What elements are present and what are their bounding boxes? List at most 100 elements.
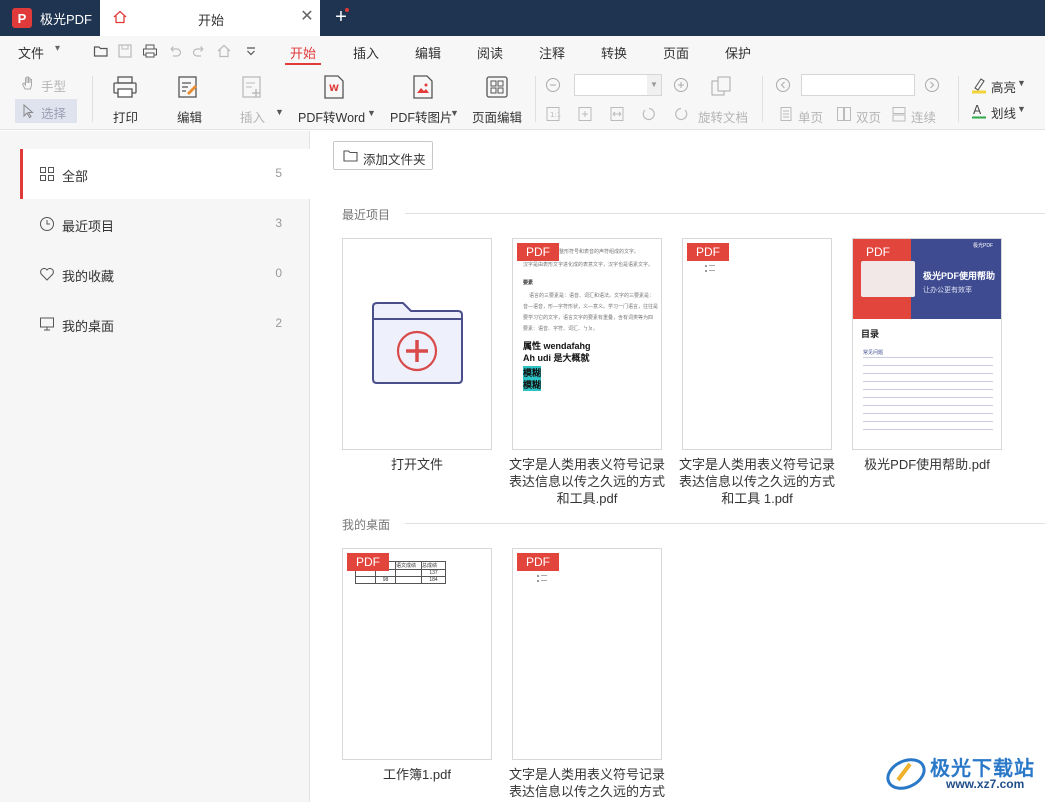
svg-text:1:1: 1:1 (550, 111, 561, 119)
add-folder-button[interactable]: 添加文件夹 (333, 141, 433, 170)
underline-icon[interactable]: A (970, 102, 988, 120)
pdf-file-card[interactable]: 义的整形符号和表音的声符组成的文字。 汉字是由表形文字进化成的表意文字，汉字也是… (512, 238, 662, 450)
save-icon[interactable] (117, 43, 133, 59)
edit-doc-icon[interactable] (176, 75, 200, 99)
continuous-icon[interactable] (891, 106, 907, 122)
thumb-text: 音—语音，形—字符形状，义—意义。学习一门语言，往往是 (523, 304, 659, 310)
rotate-right-icon[interactable] (673, 106, 689, 122)
rotate-doc-button[interactable]: 旋转文档 (698, 107, 748, 126)
section-divider (405, 213, 1045, 214)
undo-icon[interactable] (167, 43, 183, 59)
clock-icon (40, 217, 54, 231)
sidebar-item-label: 最近项目 (62, 219, 115, 234)
single-page-button[interactable]: 单页 (798, 107, 823, 126)
double-page-icon[interactable] (836, 106, 852, 122)
chevron-down-icon[interactable]: ▾ (55, 43, 60, 54)
rotate-left-icon[interactable] (641, 106, 657, 122)
menu-tab-convert[interactable]: 转换 (601, 43, 627, 62)
menu-bar: 文件 ▾ 开始 插入 编辑 阅读 注释 转换 页面 保护 (0, 36, 1045, 66)
insert-dropdown-icon[interactable]: ▼ (275, 107, 284, 117)
pdf-to-image-dropdown-icon[interactable]: ▼ (450, 108, 459, 118)
pdf-to-word-icon[interactable]: W (321, 74, 347, 100)
continuous-button[interactable]: 连续 (911, 107, 936, 126)
home-icon (113, 10, 127, 24)
sidebar-item-favorites[interactable]: 我的收藏 0 (20, 249, 310, 299)
sidebar-item-count: 3 (275, 216, 282, 230)
menu-tab-annotate[interactable]: 注释 (539, 43, 565, 62)
folder-icon (343, 150, 358, 162)
close-tab-icon[interactable]: ✕ (300, 8, 314, 26)
app-logo-icon: P (12, 8, 32, 28)
heart-icon (40, 268, 54, 281)
page-edit-icon[interactable] (485, 75, 509, 99)
fit-page-icon[interactable] (577, 106, 593, 122)
pdf-file-card[interactable]: 语文成绩 总成绩 137 98 184 PDF (342, 548, 492, 760)
sidebar-item-desktop[interactable]: 我的桌面 2 (20, 299, 310, 349)
bullet-line (709, 265, 715, 266)
next-page-icon[interactable] (924, 77, 940, 93)
printer-icon[interactable] (112, 75, 138, 99)
menu-tab-page[interactable]: 页面 (663, 43, 689, 62)
menu-tab-insert[interactable]: 插入 (353, 43, 379, 62)
actual-size-icon[interactable]: 1:1 (545, 106, 561, 122)
pdf-to-word-button[interactable]: PDF转Word (298, 107, 365, 126)
pdf-to-word-dropdown-icon[interactable]: ▼ (367, 108, 376, 118)
prev-page-icon[interactable] (775, 77, 791, 93)
sidebar-item-label: 我的收藏 (62, 269, 115, 284)
sidebar-item-recent[interactable]: 最近项目 3 (20, 199, 310, 249)
sidebar-item-label: 全部 (62, 169, 89, 184)
svg-text:A: A (973, 103, 982, 117)
edit-button[interactable]: 编辑 (177, 107, 202, 126)
open-folder-icon[interactable] (93, 43, 109, 59)
pdf-to-image-icon[interactable] (410, 74, 436, 100)
help-brand: 极光PDF (973, 243, 994, 249)
single-page-icon[interactable] (778, 106, 794, 122)
separator (958, 76, 959, 122)
fit-width-icon[interactable] (609, 106, 625, 122)
bullet (705, 270, 707, 272)
highlight-button[interactable]: 高亮 (991, 77, 1016, 96)
sidebar-item-all[interactable]: 全部 5 (20, 149, 310, 199)
pdf-badge: PDF (517, 243, 559, 261)
file-name: 工作簿1.pdf (383, 767, 451, 782)
print-icon[interactable] (142, 43, 158, 59)
insert-page-icon[interactable] (240, 75, 264, 99)
sidebar-item-label: 我的桌面 (62, 319, 115, 334)
redo-icon[interactable] (191, 43, 207, 59)
menu-tab-edit[interactable]: 编辑 (415, 43, 441, 62)
customize-dropdown-icon[interactable] (243, 43, 259, 59)
zoom-dropdown-icon[interactable]: ▼ (647, 75, 661, 95)
menu-tab-protect[interactable]: 保护 (725, 43, 751, 62)
pdf-file-card[interactable]: PDF (512, 548, 662, 760)
pdf-to-image-button[interactable]: PDF转图片 (390, 107, 453, 126)
open-file-card[interactable] (342, 238, 492, 450)
sidebar-item-count: 0 (275, 266, 282, 280)
zoom-select[interactable]: ▼ (574, 74, 662, 96)
page-edit-button[interactable]: 页面编辑 (472, 107, 522, 126)
menu-file[interactable]: 文件 (18, 43, 44, 62)
sidebar-item-count: 2 (275, 316, 282, 330)
help-banner-title: 极光PDF使用帮助 (923, 271, 996, 281)
double-page-button[interactable]: 双页 (856, 107, 881, 126)
underline-dropdown-icon[interactable]: ▼ (1017, 104, 1026, 114)
sheet-cell (395, 569, 422, 577)
insert-button[interactable]: 插入 (240, 107, 265, 126)
underline-button[interactable]: 划线 (991, 103, 1016, 122)
cursor-icon (23, 103, 34, 119)
copy-pages-icon[interactable] (710, 75, 732, 97)
pdf-file-card[interactable]: PDF (682, 238, 832, 450)
highlight-icon[interactable] (970, 76, 988, 94)
print-button[interactable]: 打印 (113, 107, 138, 126)
app-tab[interactable]: P 极光PDF (0, 0, 100, 36)
page-number-input[interactable] (801, 74, 915, 96)
hand-tool[interactable]: 手型 (41, 76, 66, 95)
tab-start[interactable]: 开始 ✕ (100, 0, 320, 36)
pdf-file-card[interactable]: 极光PDF 极光PDF使用帮助 让办公更有效率 目录 常见问题 PDF (852, 238, 1002, 450)
home-nav-icon[interactable] (216, 43, 232, 59)
menu-tab-start[interactable]: 开始 (290, 43, 316, 62)
menu-tab-read[interactable]: 阅读 (477, 43, 503, 62)
highlight-dropdown-icon[interactable]: ▼ (1017, 78, 1026, 88)
section-title-recent: 最近项目 (342, 208, 391, 222)
zoom-out-icon[interactable] (545, 77, 561, 93)
zoom-in-icon[interactable] (673, 77, 689, 93)
